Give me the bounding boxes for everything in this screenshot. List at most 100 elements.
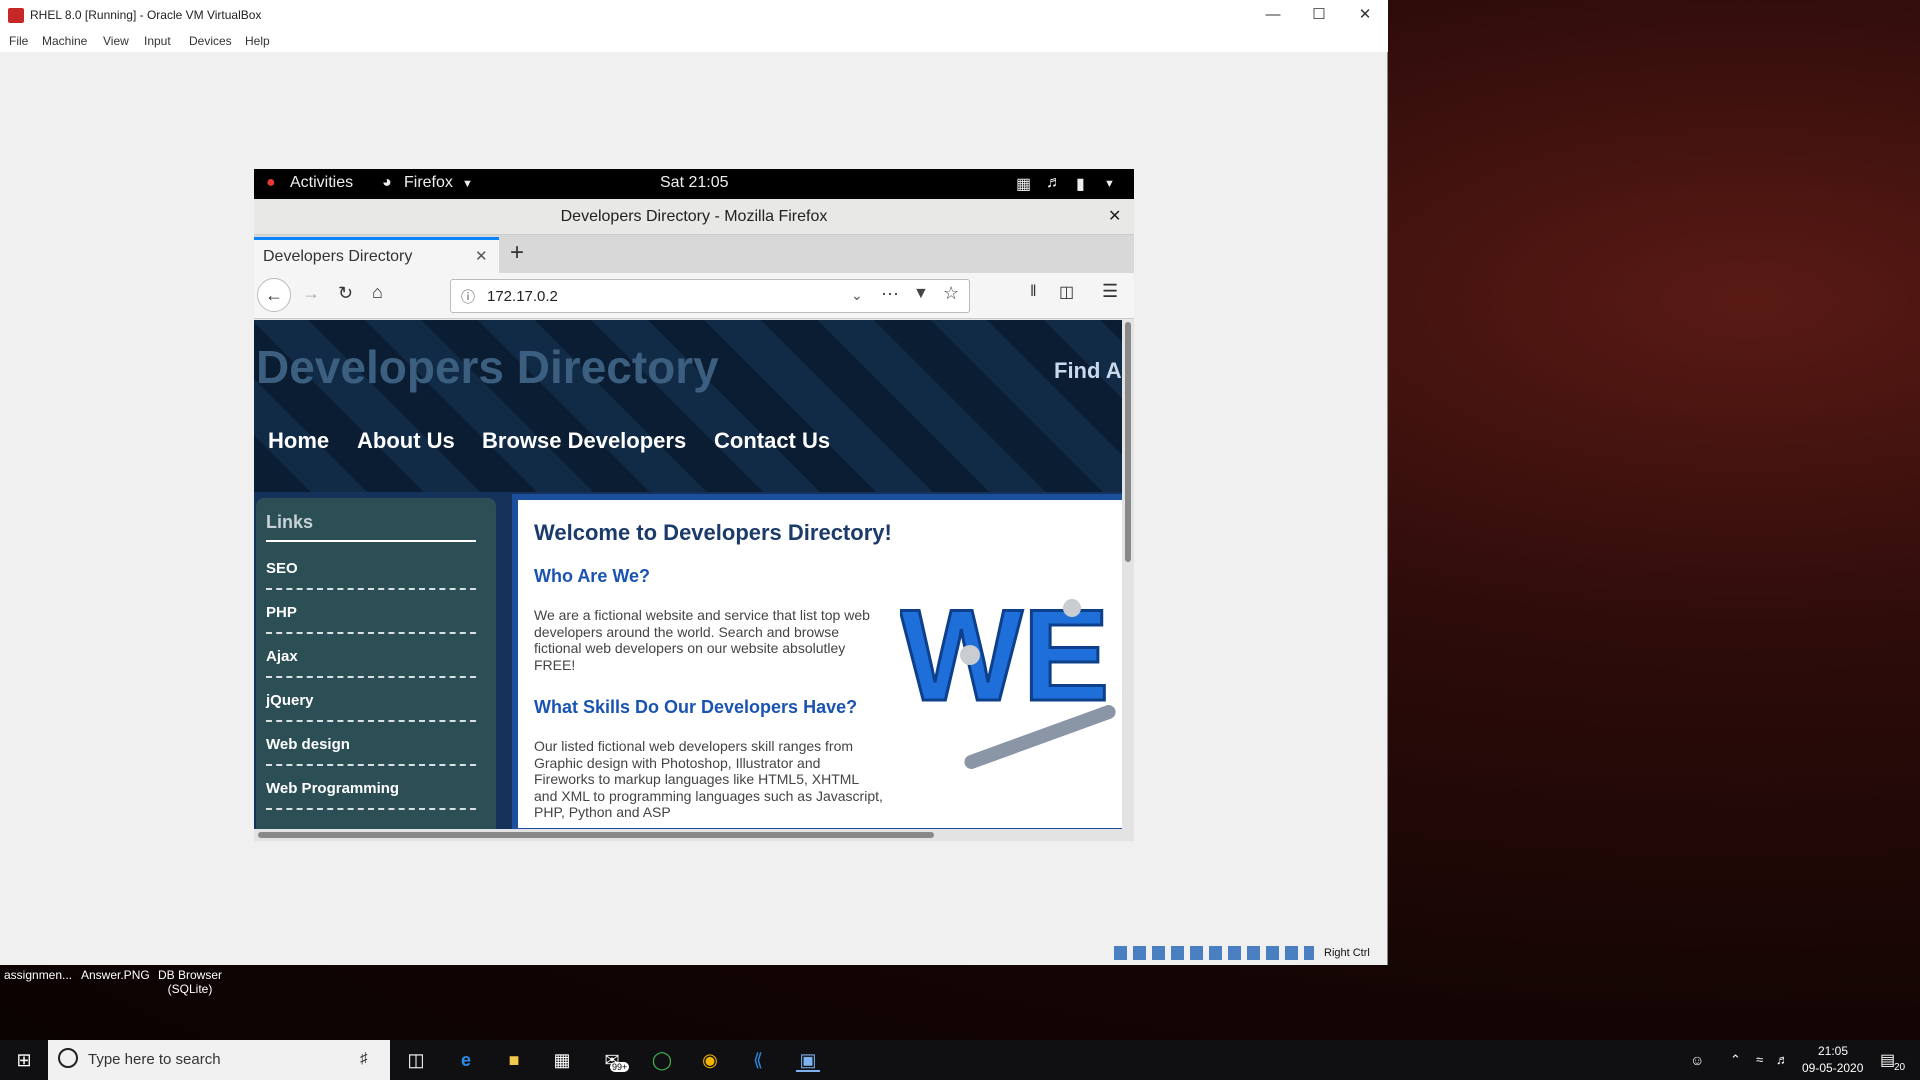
- speaker-icon[interactable]: ♬: [1776, 1052, 1789, 1067]
- gnome-top-bar: ● Activities ◕ Firefox ▼ Sat 21:05 ▦ ♬ ▮…: [254, 169, 1134, 199]
- volume-icon[interactable]: ♬: [1046, 174, 1062, 192]
- virtualbox-app-icon: [8, 8, 24, 23]
- menu-help[interactable]: Help: [245, 34, 270, 48]
- sidebar-link-php[interactable]: PHP: [266, 590, 476, 634]
- taskbar-search[interactable]: Type here to search ♯: [48, 1040, 390, 1080]
- info-icon[interactable]: ⓘ: [461, 287, 475, 307]
- who-are-we-text: We are a fictional website and service t…: [534, 607, 870, 673]
- green-app-icon[interactable]: ◯: [650, 1048, 674, 1072]
- sidebar-toggle-icon[interactable]: ◫: [1059, 282, 1074, 302]
- minimize-button[interactable]: —: [1250, 0, 1296, 30]
- windows-start-icon[interactable]: ⊞: [12, 1048, 36, 1072]
- activities-button[interactable]: Activities: [290, 174, 353, 192]
- chevron-down-icon: ▼: [462, 178, 473, 190]
- menu-view[interactable]: View: [103, 34, 129, 48]
- page-actions-icon[interactable]: ⋯: [881, 284, 899, 305]
- notification-count: 20: [1894, 1062, 1906, 1073]
- sidebar-link-jquery[interactable]: jQuery: [266, 678, 476, 722]
- horizontal-scrollbar[interactable]: [254, 829, 1134, 841]
- desktop-item-db-browser[interactable]: DB Browser (SQLite): [158, 968, 222, 996]
- sidebar-link-seo[interactable]: SEO: [266, 546, 476, 590]
- forward-button[interactable]: →: [302, 283, 320, 304]
- url-bar[interactable]: ⓘ 172.17.0.2 ⌄ ⋯ ▼ ☆: [450, 279, 970, 313]
- tray-time[interactable]: 21:05: [1818, 1044, 1848, 1058]
- menu-devices[interactable]: Devices: [189, 34, 232, 48]
- desktop-item-answer-png[interactable]: Answer.PNG: [81, 968, 150, 982]
- microphone-icon[interactable]: ♯: [360, 1050, 368, 1067]
- home-button[interactable]: ⌂: [372, 282, 383, 303]
- new-tab-button[interactable]: +: [510, 239, 524, 267]
- site-header: Developers Directory Find A Home About U…: [254, 320, 1122, 492]
- nav-browse-developers[interactable]: Browse Developers: [482, 428, 686, 454]
- main-content: Welcome to Developers Directory! Who Are…: [512, 494, 1122, 829]
- firefox-window: Developers Directory - Mozilla Firefox ✕…: [254, 199, 1134, 841]
- navigation-toolbar: ← → ↻ ⌂ ⓘ 172.17.0.2 ⌄ ⋯ ▼ ☆ ‖ ◫ ☰: [254, 273, 1134, 319]
- nav-home[interactable]: Home: [268, 428, 329, 454]
- network-icon[interactable]: ▦: [1016, 174, 1031, 194]
- firefox-window-title: Developers Directory - Mozilla Firefox: [560, 208, 828, 225]
- windows-taskbar: ⊞ Type here to search ♯ ◫ e ■ ▦ ✉ 99+ ◯ …: [0, 1040, 1920, 1080]
- chrome-icon[interactable]: ◉: [698, 1048, 722, 1072]
- back-button[interactable]: ←: [257, 278, 291, 312]
- url-text[interactable]: 172.17.0.2: [487, 288, 558, 305]
- tray-date[interactable]: 09-05-2020: [1802, 1061, 1863, 1075]
- sidebar-link-web-programming[interactable]: Web Programming: [266, 766, 476, 810]
- task-view-icon[interactable]: ◫: [404, 1048, 428, 1072]
- find-a-developer-link[interactable]: Find A: [1054, 358, 1122, 384]
- menu-file[interactable]: File: [9, 34, 28, 48]
- who-are-we-heading: Who Are We?: [534, 566, 650, 586]
- url-dropdown-icon[interactable]: ⌄: [851, 287, 863, 304]
- web-page: Developers Directory Find A Home About U…: [254, 320, 1134, 829]
- guest-display: ● Activities ◕ Firefox ▼ Sat 21:05 ▦ ♬ ▮…: [254, 169, 1134, 841]
- hamburger-menu-icon[interactable]: ☰: [1102, 281, 1118, 302]
- nav-about-us[interactable]: About Us: [357, 428, 455, 454]
- firefox-titlebar[interactable]: Developers Directory - Mozilla Firefox ✕: [254, 199, 1134, 235]
- firefox-app-icon: ◕: [382, 174, 392, 191]
- mail-badge: 99+: [610, 1062, 630, 1072]
- app-menu[interactable]: Firefox: [404, 174, 453, 192]
- menu-machine[interactable]: Machine: [42, 34, 87, 48]
- pocket-icon[interactable]: ▼: [913, 285, 929, 303]
- virtualbox-titlebar[interactable]: RHEL 8.0 [Running] - Oracle VM VirtualBo…: [0, 0, 1388, 30]
- wifi-icon[interactable]: ≈: [1756, 1052, 1763, 1067]
- desktop-item-assignment[interactable]: assignmen...: [4, 968, 72, 982]
- file-explorer-icon[interactable]: ■: [502, 1048, 526, 1072]
- edge-icon[interactable]: e: [454, 1048, 478, 1072]
- bookmark-star-icon[interactable]: ☆: [943, 283, 959, 304]
- notification-icon[interactable]: ▤: [1880, 1050, 1895, 1070]
- tab-close-icon[interactable]: ✕: [475, 247, 488, 265]
- tray-chevron-icon[interactable]: ⌃: [1730, 1052, 1741, 1068]
- library-icon[interactable]: ‖: [1030, 283, 1037, 301]
- tab-strip: Developers Directory ✕ +: [254, 235, 1134, 273]
- device-status-icons[interactable]: [1114, 946, 1314, 960]
- clock[interactable]: Sat 21:05: [660, 174, 729, 192]
- maximize-button[interactable]: ☐: [1296, 0, 1342, 30]
- virtualbox-taskbar-icon[interactable]: ▣: [796, 1048, 820, 1072]
- store-icon[interactable]: ▦: [550, 1048, 574, 1072]
- vertical-scrollbar[interactable]: [1122, 320, 1134, 829]
- sidebar-link-ajax[interactable]: Ajax: [266, 634, 476, 678]
- sidebar-link-web-design[interactable]: Web design: [266, 722, 476, 766]
- vertical-scroll-thumb[interactable]: [1125, 322, 1131, 562]
- virtualbox-window: RHEL 8.0 [Running] - Oracle VM VirtualBo…: [0, 0, 1388, 965]
- firefox-close-button[interactable]: ✕: [1108, 199, 1121, 235]
- virtualbox-window-title: RHEL 8.0 [Running] - Oracle VM VirtualBo…: [30, 8, 262, 22]
- nav-contact-us[interactable]: Contact Us: [714, 428, 830, 454]
- system-menu-chevron-icon[interactable]: ▼: [1104, 178, 1115, 190]
- redhat-icon: ●: [266, 174, 276, 191]
- image-bolt: [960, 645, 980, 665]
- reload-button[interactable]: ↻: [338, 283, 353, 304]
- menu-input[interactable]: Input: [144, 34, 171, 48]
- content-area: Links SEO PHP Ajax jQuery Web design Web…: [254, 492, 1122, 829]
- cortana-icon: [58, 1048, 78, 1068]
- people-icon[interactable]: ☺: [1690, 1052, 1704, 1068]
- horizontal-scroll-thumb[interactable]: [258, 832, 934, 838]
- battery-icon[interactable]: ▮: [1076, 174, 1085, 194]
- host-key-label: Right Ctrl: [1324, 947, 1370, 959]
- close-button[interactable]: ✕: [1342, 0, 1388, 30]
- vscode-icon[interactable]: ⟪: [746, 1048, 770, 1072]
- sidebar-divider: [266, 540, 476, 542]
- image-bolt: [1063, 599, 1081, 617]
- site-title: Developers Directory: [256, 341, 719, 393]
- tab-developers-directory[interactable]: Developers Directory ✕: [254, 237, 499, 273]
